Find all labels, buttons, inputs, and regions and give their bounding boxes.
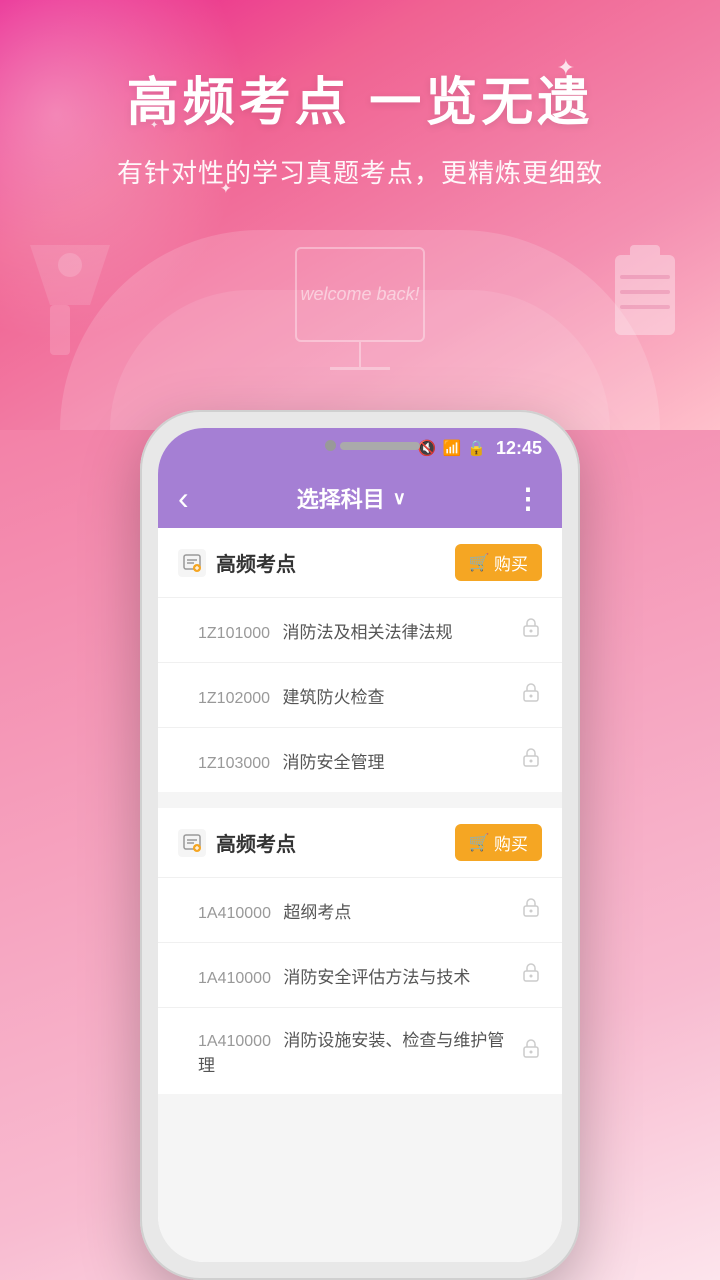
top-banner: ✦ ✦ ✦ 高频考点 一览无遗 有针对性的学习真题考点，更精炼更细致 welco…: [0, 0, 720, 430]
more-menu-button[interactable]: ⋮: [514, 482, 542, 515]
speaker: [340, 442, 420, 450]
item-1-2-text: 1Z102000 建筑防火检查: [198, 683, 385, 708]
time-display: 12:45: [496, 438, 542, 459]
phone-outer: 🔇 📶 🔒 12:45 ‹ 选择科目 ∨ ⋮: [140, 410, 580, 1280]
phone-mockup: 🔇 📶 🔒 12:45 ‹ 选择科目 ∨ ⋮: [140, 410, 580, 1280]
item-1-3-code: 1Z103000: [198, 755, 270, 772]
list-item-1-2[interactable]: 1Z102000 建筑防火检查: [158, 663, 562, 728]
list-item-2-2[interactable]: 1A410000 消防安全评估方法与技术: [158, 943, 562, 1008]
section-2-title-row: 高频考点: [178, 828, 296, 857]
item-2-2-name: 消防安全评估方法与技术: [283, 968, 470, 987]
camera-dot: [325, 440, 336, 451]
nav-bar: ‹ 选择科目 ∨ ⋮: [158, 468, 562, 528]
banner-subtitle: 有针对性的学习真题考点，更精炼更细致: [0, 153, 720, 190]
list-item-2-1[interactable]: 1A410000 超纲考点: [158, 878, 562, 943]
section-1-header: 高频考点 🛒 购买: [158, 528, 562, 598]
lock-icon-1-3: [520, 746, 542, 774]
item-1-2-code: 1Z102000: [198, 690, 270, 707]
chalkboard-illustration: welcome back!: [295, 247, 425, 370]
section-1-buy-button[interactable]: 🛒 购买: [455, 544, 542, 581]
item-2-1-text: 1A410000 超纲考点: [198, 898, 351, 923]
item-2-3-text: 1A410000 消防设施安装、检查与维护管理: [198, 1026, 520, 1076]
mute-icon: 🔇: [418, 439, 437, 457]
battery-icon: 🔒: [467, 439, 486, 457]
item-2-3-code: 1A410000: [198, 1033, 271, 1050]
cart-icon-2: 🛒: [469, 833, 490, 853]
item-1-1-text: 1Z101000 消防法及相关法律法规: [198, 618, 453, 643]
item-1-1-name: 消防法及相关法律法规: [283, 623, 453, 642]
signal-icon: 📶: [443, 439, 462, 457]
dropdown-icon[interactable]: ∨: [393, 488, 406, 509]
section-1-icon: [178, 549, 206, 577]
phone-screen: 🔇 📶 🔒 12:45 ‹ 选择科目 ∨ ⋮: [158, 428, 562, 1262]
nav-title-text: 选择科目: [297, 482, 385, 514]
section-2-icon: [178, 829, 206, 857]
lock-icon-1-1: [520, 616, 542, 644]
list-item-2-3[interactable]: 1A410000 消防设施安装、检查与维护管理: [158, 1008, 562, 1094]
item-1-3-text: 1Z103000 消防安全管理: [198, 748, 385, 773]
section-2-header: 高频考点 🛒 购买: [158, 808, 562, 878]
books-illustration: [600, 235, 690, 350]
lock-icon-2-1: [520, 896, 542, 924]
item-2-2-code: 1A410000: [198, 970, 271, 987]
section-1-title-row: 高频考点: [178, 548, 296, 577]
content-area: 高频考点 🛒 购买 1Z101000 消防法及相关法律法规: [158, 528, 562, 1262]
list-item-1-3[interactable]: 1Z103000 消防安全管理: [158, 728, 562, 792]
item-1-3-name: 消防安全管理: [283, 753, 385, 772]
status-icons: 🔇 📶 🔒 12:45: [418, 438, 542, 459]
item-2-1-name: 超纲考点: [283, 903, 351, 922]
list-item-1-1[interactable]: 1Z101000 消防法及相关法律法规: [158, 598, 562, 663]
banner-title: 高频考点 一览无遗: [0, 0, 720, 135]
back-button[interactable]: ‹: [178, 480, 189, 517]
item-1-2-name: 建筑防火检查: [283, 688, 385, 707]
section-1-title: 高频考点: [216, 548, 296, 577]
chalkboard-text: welcome back!: [300, 282, 419, 307]
section-2: 高频考点 🛒 购买 1A410000 超纲考点: [158, 808, 562, 1094]
lock-icon-1-2: [520, 681, 542, 709]
item-2-2-text: 1A410000 消防安全评估方法与技术: [198, 963, 470, 988]
section-2-title: 高频考点: [216, 828, 296, 857]
cart-icon-1: 🛒: [469, 553, 490, 573]
buy-label-2: 购买: [494, 830, 528, 855]
item-2-1-code: 1A410000: [198, 905, 271, 922]
lock-icon-2-2: [520, 961, 542, 989]
nav-title-group: 选择科目 ∨: [297, 482, 406, 514]
buy-label-1: 购买: [494, 550, 528, 575]
section-1: 高频考点 🛒 购买 1Z101000 消防法及相关法律法规: [158, 528, 562, 792]
item-1-1-code: 1Z101000: [198, 625, 270, 642]
section-2-buy-button[interactable]: 🛒 购买: [455, 824, 542, 861]
lock-icon-2-3: [520, 1037, 542, 1065]
